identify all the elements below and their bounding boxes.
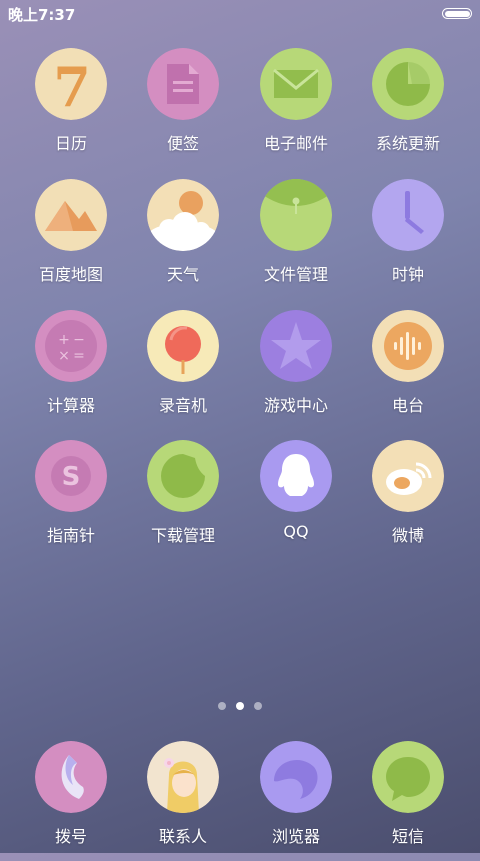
qq-icon <box>260 440 332 512</box>
contacts-icon <box>147 741 219 813</box>
calculator-icon: + − × = <box>35 310 107 382</box>
app-baidu-map[interactable]: 百度地图 <box>16 179 126 299</box>
app-radio[interactable]: 电台 <box>353 310 463 430</box>
app-calculator[interactable]: + − × = 计算器 <box>16 310 126 430</box>
calendar-icon: 7 <box>35 48 107 120</box>
app-game-center[interactable]: 游戏中心 <box>241 310 351 430</box>
calendar-day: 7 <box>53 55 91 119</box>
app-weather[interactable]: 天气 <box>128 179 238 299</box>
app-download-manager[interactable]: 下载管理 <box>128 440 238 560</box>
status-bar: 晚上7:37 <box>0 0 480 28</box>
messages-icon <box>372 741 444 813</box>
app-label: 拨号 <box>54 827 87 846</box>
app-label: 电台 <box>391 396 424 415</box>
app-label: 计算器 <box>46 396 95 415</box>
radio-icon <box>372 310 444 382</box>
weather-icon <box>147 179 219 251</box>
app-recorder[interactable]: 录音机 <box>128 310 238 430</box>
dock-phone[interactable]: 拨号 <box>16 741 126 861</box>
phone-dialer-icon <box>35 741 107 813</box>
app-qq[interactable]: QQ <box>241 440 351 560</box>
compass-icon: S <box>35 440 107 512</box>
system-update-icon <box>372 48 444 120</box>
app-notes[interactable]: 便签 <box>128 48 238 168</box>
app-label: 游戏中心 <box>263 396 328 415</box>
app-clock[interactable]: 时钟 <box>353 179 463 299</box>
battery-icon <box>442 8 472 19</box>
svg-text:×: × <box>58 348 70 364</box>
file-manager-icon <box>260 179 332 251</box>
dock-browser[interactable]: 浏览器 <box>241 741 351 861</box>
app-calendar[interactable]: 7 日历 <box>16 48 126 168</box>
app-weibo[interactable]: 微博 <box>353 440 463 560</box>
app-email[interactable]: 电子邮件 <box>241 48 351 168</box>
app-label: 联系人 <box>158 827 207 846</box>
browser-icon <box>260 741 332 813</box>
app-label: 百度地图 <box>38 265 103 284</box>
app-label: 时钟 <box>391 265 424 284</box>
app-system-update[interactable]: 系统更新 <box>353 48 463 168</box>
recorder-icon <box>147 310 219 382</box>
app-label: 下载管理 <box>150 526 215 545</box>
app-compass[interactable]: S 指南针 <box>16 440 126 560</box>
svg-text:−: − <box>73 332 85 348</box>
app-label: 文件管理 <box>263 265 328 284</box>
app-label: 短信 <box>391 827 424 846</box>
svg-text:+: + <box>58 332 70 348</box>
app-label: 指南针 <box>46 526 95 545</box>
notes-icon <box>147 48 219 120</box>
dock-messages[interactable]: 短信 <box>353 741 463 861</box>
dock-contacts[interactable]: 联系人 <box>128 741 238 861</box>
page-dot-current[interactable] <box>236 702 244 710</box>
download-manager-icon <box>147 440 219 512</box>
app-file-manager[interactable]: 文件管理 <box>241 179 351 299</box>
app-label: 天气 <box>166 265 199 284</box>
app-label: 录音机 <box>158 396 207 415</box>
page-indicator <box>0 702 480 712</box>
app-label: 浏览器 <box>271 827 320 846</box>
app-label: 便签 <box>166 134 199 153</box>
email-icon <box>260 48 332 120</box>
app-label: 系统更新 <box>375 134 440 153</box>
app-label: QQ <box>283 522 309 541</box>
battery-level <box>444 10 470 17</box>
app-label: 电子邮件 <box>263 134 328 153</box>
app-label: 日历 <box>54 134 87 153</box>
app-label: 微博 <box>391 526 424 545</box>
game-center-icon <box>260 310 332 382</box>
svg-text:S: S <box>62 462 81 492</box>
svg-text:=: = <box>73 348 85 364</box>
weibo-icon <box>372 440 444 512</box>
page-dot[interactable] <box>218 702 226 710</box>
page-dot[interactable] <box>254 702 262 710</box>
baidu-map-icon <box>35 179 107 251</box>
clock-icon <box>372 179 444 251</box>
status-time: 晚上7:37 <box>8 6 76 24</box>
